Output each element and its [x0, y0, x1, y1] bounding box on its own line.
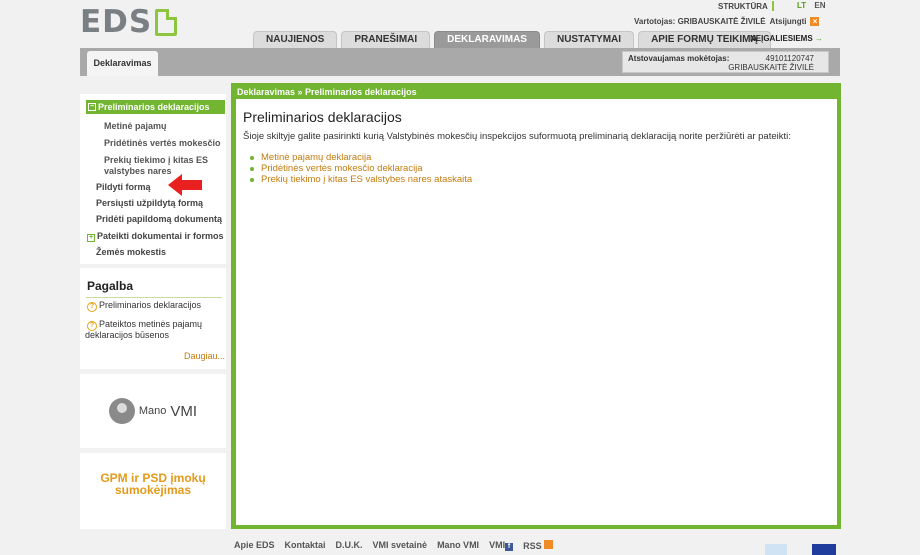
negaliesiems-link[interactable]: NEĮGALIESIEMS →	[750, 34, 823, 43]
vmi-label: VMI	[170, 402, 198, 420]
tab-pranesimai[interactable]: PRANEŠIMAI	[341, 31, 431, 48]
footer-links: Apie EDS Kontaktai D.U.K. VMI svetainė M…	[234, 540, 554, 551]
sidebar-subitem-prekiu-line2[interactable]: valstybes nares	[104, 165, 172, 177]
represented-code: 49101120747	[765, 54, 814, 63]
user-bar: Vartotojas: GRIBAUSKAITĖ ŽIVILĖ Atsijung…	[634, 17, 820, 26]
tab-nustatymai[interactable]: NUSTATYMAI	[543, 31, 635, 48]
sidebar-item-pateikti[interactable]: + Pateikti dokumentai ir formos	[87, 230, 224, 242]
footer-link-apie[interactable]: Apie EDS	[234, 540, 275, 551]
bullet-icon	[250, 155, 254, 160]
sidebar-item-label: Pateikti dokumentai ir formos	[97, 231, 224, 241]
help-link-pateiktos-line2[interactable]: deklaracijos būsenos	[85, 330, 169, 341]
help-link-label: Pateiktos metinės pajamų	[99, 319, 203, 329]
link-label: Prekių tiekimo į kitas ES valstybes nare…	[261, 174, 473, 185]
footer-link-mano-vmi[interactable]: Mano VMI	[437, 540, 479, 551]
bullet-icon	[250, 166, 254, 171]
collapse-icon: −	[88, 103, 96, 111]
gpm-banner[interactable]: GPM ir PSD įmokų sumokėjimas	[80, 453, 226, 529]
close-icon[interactable]: ×	[810, 17, 820, 26]
vmi-label: VMI	[489, 540, 506, 550]
intro-text: Šioje skiltyje galite pasirinkti kurią V…	[243, 131, 791, 142]
link-pvm-deklaracija[interactable]: Pridėtinės vertės mokesčio deklaracija	[250, 163, 423, 174]
user-label: Vartotojas: GRIBAUSKAITĖ ŽIVILĖ	[634, 17, 766, 26]
sidebar-item-pildyti[interactable]: Pildyti formą	[96, 181, 151, 193]
link-prekiu-ataskaita[interactable]: Prekių tiekimo į kitas ES valstybes nare…	[250, 174, 472, 185]
more-link[interactable]: Daugiau...	[184, 351, 225, 361]
rss-icon	[544, 540, 554, 549]
structure-link[interactable]: STRUKTŪRA	[718, 1, 780, 11]
eds-logo[interactable]: EDS	[80, 4, 178, 40]
bullet-icon	[250, 177, 254, 182]
represented-name: GRIBAUSKAITĖ ŽIVILĖ	[728, 63, 814, 72]
represented-payer: Atstovaujamas mokėtojas: 49101120747 GRI…	[622, 51, 829, 73]
negaliesiems-label: NEĮGALIESIEMS	[750, 34, 813, 43]
divider	[86, 297, 222, 298]
sidebar-subitem-metine[interactable]: Metinė pajamų	[104, 120, 167, 132]
help-icon: ?	[87, 302, 97, 312]
tab-deklaravimas[interactable]: DEKLARAVIMAS	[434, 31, 540, 48]
breadcrumb: Deklaravimas » Preliminarios deklaracijo…	[237, 87, 417, 97]
footer-link-duk[interactable]: D.U.K.	[336, 540, 363, 551]
lang-lt-link[interactable]: LT	[797, 1, 806, 10]
expand-icon: +	[87, 234, 95, 242]
mano-label: Mano	[138, 405, 167, 417]
footer-link-rss[interactable]: RSS	[523, 540, 554, 551]
link-label: Metinė pajamų deklaracija	[261, 152, 372, 163]
sidebar-item-zemes[interactable]: Žemės mokestis	[96, 246, 166, 258]
sidebar-item-prideti[interactable]: Pridėti papildomą dokumentą	[96, 213, 222, 225]
link-label: Pridėtinės vertės mokesčio deklaracija	[261, 163, 423, 174]
sidebar-item-label: Preliminarios deklaracijos	[98, 102, 210, 112]
logout-link[interactable]: Atsijungti	[770, 17, 807, 26]
red-arrow-icon	[168, 174, 202, 196]
sidebar-subitem-pvm[interactable]: Pridėtinės vertės mokesčio	[104, 137, 221, 149]
rss-label: RSS	[523, 541, 542, 551]
structure-label: STRUKTŪRA	[718, 1, 768, 11]
user-icon	[108, 398, 135, 424]
partner-logo[interactable]	[765, 544, 787, 555]
help-link-label: Preliminarios deklaracijos	[99, 300, 202, 310]
language-switch: LT EN	[797, 1, 826, 10]
help-title: Pagalba	[87, 279, 134, 293]
lang-en-link[interactable]: EN	[814, 1, 825, 10]
eu-flag-logo[interactable]	[812, 544, 836, 555]
facebook-icon: f	[505, 543, 514, 551]
gpm-line2: sumokėjimas	[114, 483, 192, 497]
represented-label: Atstovaujamas mokėtojas:	[628, 54, 730, 63]
structure-icon	[771, 1, 780, 11]
sidebar-item-preliminarios[interactable]: − Preliminarios deklaracijos	[86, 100, 225, 114]
arrow-right-icon: →	[814, 34, 823, 43]
gpm-text: GPM ir PSD įmokų sumokėjimas	[80, 472, 226, 496]
footer-link-vmi-facebook[interactable]: VMI f	[489, 540, 514, 551]
tab-naujienos[interactable]: NAUJIENOS	[253, 31, 338, 48]
logo-text: EDS	[80, 4, 153, 40]
page-title: Preliminarios deklaracijos	[243, 109, 402, 125]
link-metine-deklaracija[interactable]: Metinė pajamų deklaracija	[250, 152, 371, 163]
sidebar-item-persiusti[interactable]: Persiųsti užpildytą formą	[96, 197, 203, 209]
footer-link-kontaktai[interactable]: Kontaktai	[285, 540, 326, 551]
footer-link-vmi-svetaine[interactable]: VMI svetainė	[373, 540, 428, 551]
document-icon	[155, 8, 178, 36]
subtab-deklaravimas[interactable]: Deklaravimas	[87, 51, 158, 76]
help-link-preliminarios[interactable]: ? Preliminarios deklaracijos	[87, 300, 201, 312]
main-tabs: NAUJIENOS PRANEŠIMAI DEKLARAVIMAS NUSTAT…	[253, 31, 771, 48]
mano-vmi-banner[interactable]: Mano VMI	[80, 374, 226, 448]
